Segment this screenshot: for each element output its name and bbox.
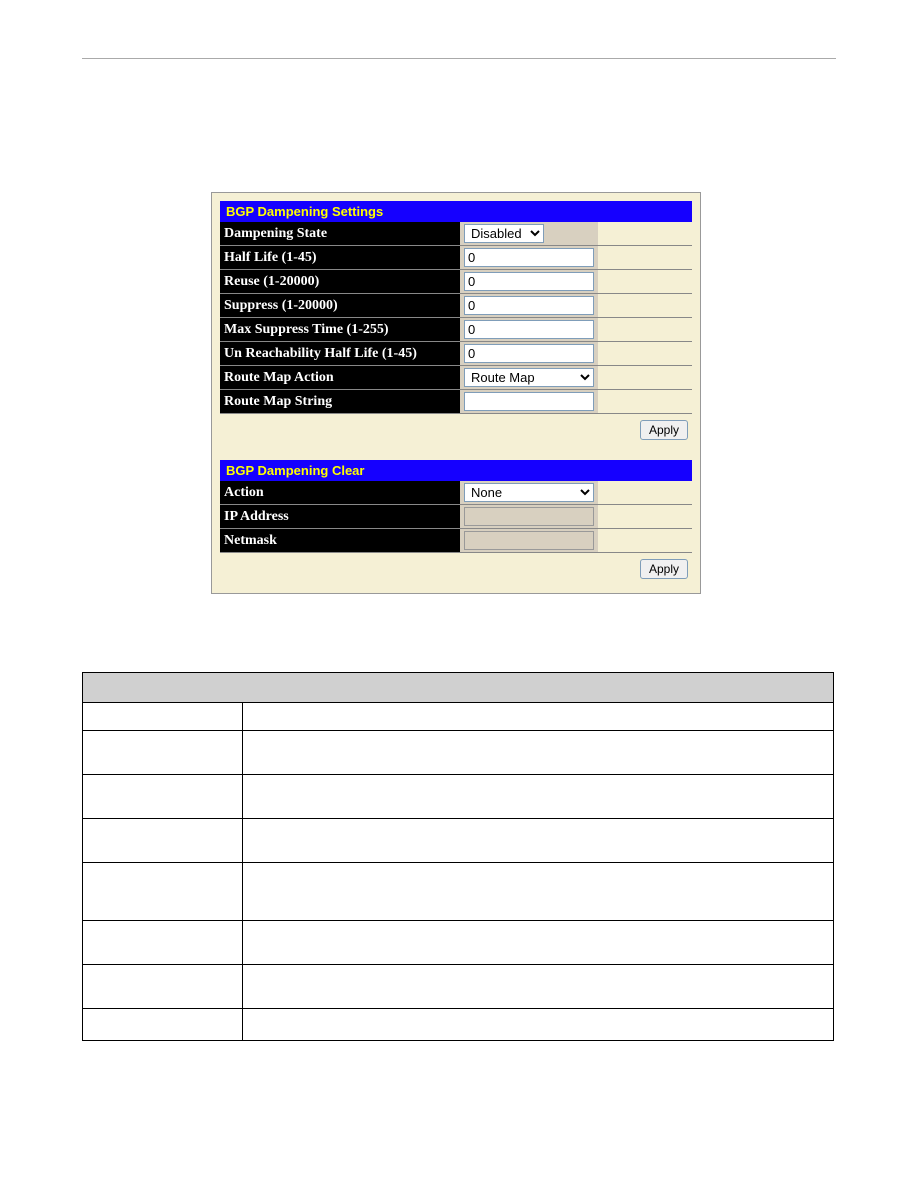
ip-address-label: IP Address bbox=[220, 505, 460, 529]
dampening-state-row: Dampening State Disabled bbox=[220, 222, 692, 246]
clear-apply-button[interactable]: Apply bbox=[640, 559, 688, 579]
clear-action-label: Action bbox=[220, 481, 460, 505]
table-row bbox=[83, 1009, 834, 1041]
table-row bbox=[83, 819, 834, 863]
half-life-input[interactable] bbox=[464, 248, 594, 267]
ip-address-row: IP Address bbox=[220, 505, 692, 529]
clear-action-select[interactable]: None bbox=[464, 483, 594, 502]
half-life-label: Half Life (1-45) bbox=[220, 246, 460, 270]
suppress-row: Suppress (1-20000) bbox=[220, 294, 692, 318]
settings-header: BGP Dampening Settings bbox=[220, 201, 692, 222]
dampening-state-label: Dampening State bbox=[220, 222, 460, 246]
table-row bbox=[83, 863, 834, 921]
netmask-label: Netmask bbox=[220, 529, 460, 553]
max-suppress-label: Max Suppress Time (1-255) bbox=[220, 318, 460, 342]
bgp-config-panel: BGP Dampening Settings Dampening State D… bbox=[211, 192, 701, 594]
un-reach-label: Un Reachability Half Life (1-45) bbox=[220, 342, 460, 366]
clear-action-row: Action None bbox=[220, 481, 692, 505]
max-suppress-row: Max Suppress Time (1-255) bbox=[220, 318, 692, 342]
doc-table-header-row bbox=[83, 673, 834, 703]
route-map-string-label: Route Map String bbox=[220, 390, 460, 414]
settings-apply-row: Apply bbox=[220, 414, 692, 447]
page-top-divider bbox=[82, 58, 836, 59]
reuse-row: Reuse (1-20000) bbox=[220, 270, 692, 294]
reuse-input[interactable] bbox=[464, 272, 594, 291]
suppress-label: Suppress (1-20000) bbox=[220, 294, 460, 318]
clear-apply-row: Apply bbox=[220, 553, 692, 586]
route-map-action-label: Route Map Action bbox=[220, 366, 460, 390]
un-reach-input[interactable] bbox=[464, 344, 594, 363]
table-row bbox=[83, 775, 834, 819]
settings-table: Dampening State Disabled Half Life (1-45… bbox=[220, 222, 692, 446]
table-row bbox=[83, 921, 834, 965]
ip-address-input bbox=[464, 507, 594, 526]
route-map-string-input[interactable] bbox=[464, 392, 594, 411]
un-reach-row: Un Reachability Half Life (1-45) bbox=[220, 342, 692, 366]
half-life-row: Half Life (1-45) bbox=[220, 246, 692, 270]
reuse-label: Reuse (1-20000) bbox=[220, 270, 460, 294]
table-row bbox=[83, 965, 834, 1009]
settings-apply-button[interactable]: Apply bbox=[640, 420, 688, 440]
clear-table: Action None IP Address Netmask Apply bbox=[220, 481, 692, 585]
table-row bbox=[83, 703, 834, 731]
route-map-action-select[interactable]: Route Map bbox=[464, 368, 594, 387]
netmask-row: Netmask bbox=[220, 529, 692, 553]
max-suppress-input[interactable] bbox=[464, 320, 594, 339]
dampening-state-select[interactable]: Disabled bbox=[464, 224, 544, 243]
route-map-string-row: Route Map String bbox=[220, 390, 692, 414]
clear-header: BGP Dampening Clear bbox=[220, 460, 692, 481]
table-row bbox=[83, 731, 834, 775]
netmask-input bbox=[464, 531, 594, 550]
parameter-doc-table bbox=[82, 672, 834, 1041]
suppress-input[interactable] bbox=[464, 296, 594, 315]
route-map-action-row: Route Map Action Route Map bbox=[220, 366, 692, 390]
